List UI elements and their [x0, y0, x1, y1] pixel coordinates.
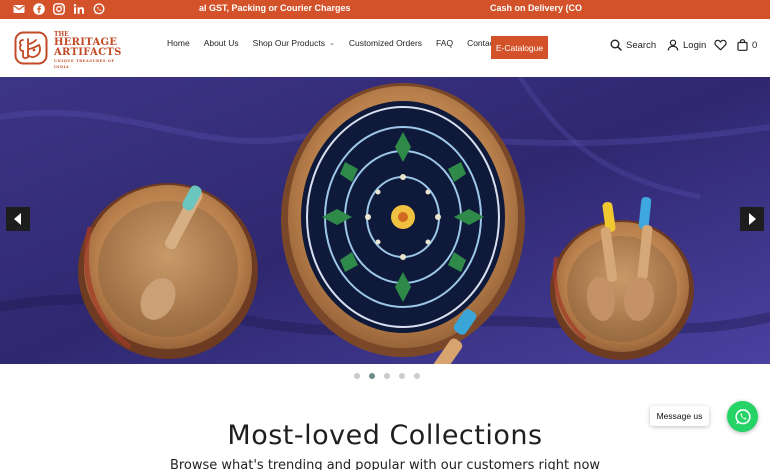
heart-icon — [714, 39, 727, 51]
cart-button[interactable]: 0 — [737, 39, 757, 51]
nav-item-about[interactable]: About Us — [204, 38, 239, 48]
chevron-down-icon: ⌄ — [328, 40, 335, 47]
hero-image — [0, 77, 770, 364]
wishlist-button[interactable] — [714, 39, 727, 51]
e-catalogue-button[interactable]: E-Catalogue — [491, 36, 548, 59]
whatsapp-chat-button[interactable] — [727, 401, 758, 432]
user-icon — [667, 39, 679, 51]
nav-item-faq[interactable]: FAQ — [436, 38, 453, 48]
hero-slider[interactable] — [0, 77, 770, 364]
slider-dot-active[interactable] — [369, 373, 375, 379]
mail-icon[interactable] — [13, 3, 25, 15]
linkedin-icon[interactable] — [73, 3, 85, 15]
announcement-bar: al GST, Packing or Courier Charges Cash … — [0, 0, 770, 19]
logo-mark-icon — [14, 31, 48, 65]
caret-right-icon — [749, 213, 756, 225]
slider-next-button[interactable] — [740, 207, 764, 231]
shopping-bag-icon — [737, 39, 748, 51]
whatsapp-icon[interactable] — [93, 3, 105, 15]
social-links — [13, 3, 105, 15]
whatsapp-icon — [734, 408, 751, 424]
login-button[interactable]: Login — [667, 39, 706, 51]
nav-item-customized-orders[interactable]: Customized Orders — [349, 38, 422, 48]
slider-dot[interactable] — [414, 373, 420, 379]
login-label: Login — [683, 39, 707, 51]
nav-item-shop-label: Shop Our Products — [252, 38, 325, 48]
instagram-icon[interactable] — [53, 3, 65, 15]
caret-left-icon — [14, 213, 21, 225]
site-logo[interactable]: THE HERITAGE ARTIFACTS UNIQUE TREASURES … — [14, 31, 124, 70]
site-header: THE HERITAGE ARTIFACTS UNIQUE TREASURES … — [0, 19, 770, 77]
slider-prev-button[interactable] — [6, 207, 30, 231]
logo-tagline: UNIQUE TREASURES OF INDIA — [54, 59, 115, 69]
facebook-icon[interactable] — [33, 3, 45, 15]
cart-count: 0 — [752, 39, 758, 51]
nav-item-shop[interactable]: Shop Our Products ⌄ — [253, 38, 335, 48]
promo-text-cod: Cash on Delivery (CO — [490, 3, 583, 13]
whatsapp-message-bubble[interactable]: Message us — [650, 406, 709, 426]
search-button[interactable]: Search — [610, 39, 656, 51]
promo-text-shipping: al GST, Packing or Courier Charges — [199, 3, 351, 13]
nav-item-home[interactable]: Home — [167, 38, 190, 48]
slider-dot[interactable] — [384, 373, 390, 379]
slider-pagination — [354, 373, 420, 379]
slider-dot[interactable] — [354, 373, 360, 379]
search-icon — [610, 39, 622, 51]
logo-text-artifacts: ARTIFACTS — [54, 47, 122, 58]
main-nav: Home About Us Shop Our Products ⌄ Custom… — [167, 38, 523, 48]
section-subtitle: Browse what's trending and popular with … — [169, 458, 601, 470]
slider-dot[interactable] — [399, 373, 405, 379]
search-label: Search — [626, 39, 657, 51]
logo-wordmark: THE HERITAGE ARTIFACTS UNIQUE TREASURES … — [54, 32, 124, 70]
